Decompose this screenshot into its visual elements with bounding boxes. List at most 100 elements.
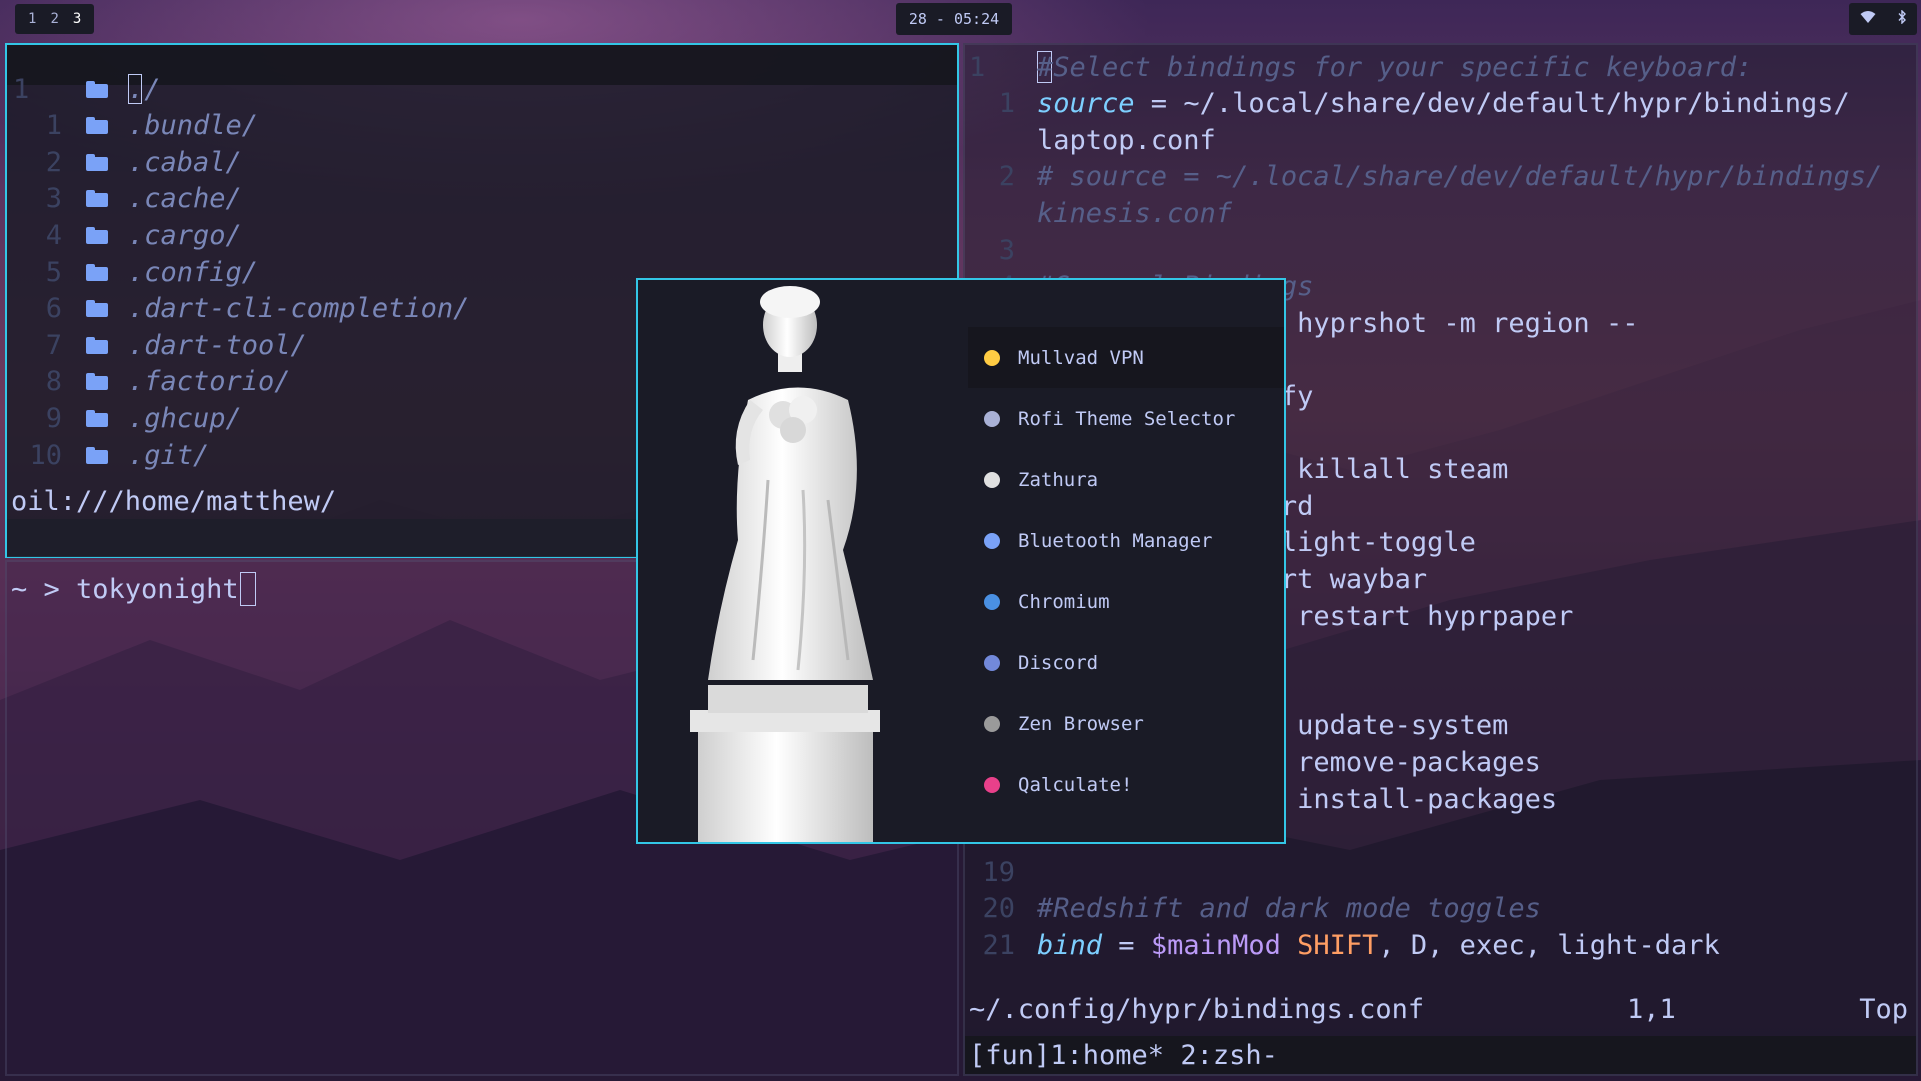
rofi-entry-label: Zen Browser <box>1018 712 1144 735</box>
code-line[interactable]: laptop.conf <box>965 122 1216 158</box>
oil-entry[interactable]: 7 .dart-tool/ <box>7 327 307 363</box>
wifi-icon[interactable] <box>1860 10 1876 28</box>
line-number: 20 <box>982 893 1015 925</box>
workspace-1[interactable]: 1 <box>21 11 43 27</box>
code-token: source <box>1037 88 1135 120</box>
rofi-entry-label: Rofi Theme Selector <box>1018 407 1236 430</box>
code-token: = <box>1102 929 1151 961</box>
rofi-entry-label: Discord <box>1018 651 1099 674</box>
code-token: , D, exec, light-dark <box>1378 929 1720 961</box>
rofi-entry[interactable]: Chromium <box>968 571 1284 632</box>
directory-name: .dart-cli-completion/ <box>128 293 470 325</box>
code-line[interactable]: 20 #Redshift and dark mode toggles <box>965 891 1541 927</box>
line-number: 21 <box>982 929 1015 961</box>
oil-entry[interactable]: 4 .cargo/ <box>7 217 242 253</box>
folder-icon <box>86 300 108 318</box>
rofi-entry-label: Mullvad VPN <box>1018 346 1144 369</box>
rofi-entry[interactable]: Qalculate! <box>968 754 1284 815</box>
directory-name: .config/ <box>128 256 259 288</box>
shell-prompt[interactable]: ~ > tokyonight <box>11 572 256 606</box>
code-line[interactable]: 1 source = ~/.local/share/dev/default/hyp… <box>965 86 1850 122</box>
system-tray <box>1849 3 1917 35</box>
line-number: 10 <box>29 439 62 471</box>
rofi-entry[interactable]: Rofi Theme Selector <box>968 388 1284 449</box>
workspace-3[interactable]: 3 <box>66 11 88 27</box>
folder-icon <box>86 117 108 135</box>
directory-name: ./ <box>128 73 161 105</box>
rofi-entry[interactable]: Zen Browser <box>968 693 1284 754</box>
statue-image <box>638 280 968 842</box>
bluetooth-icon <box>984 532 1000 549</box>
oil-entry[interactable]: 1 .bundle/ <box>7 108 258 144</box>
line-number: 3 <box>998 234 1015 266</box>
clock[interactable]: 28 - 05:24 <box>896 3 1012 35</box>
directory-name: .ghcup/ <box>128 402 242 434</box>
oil-entry[interactable]: 2 .cabal/ <box>7 144 242 180</box>
line-number: 9 <box>45 402 62 434</box>
line-number: 1 <box>969 51 986 83</box>
folder-icon <box>86 373 108 391</box>
folder-icon <box>86 226 108 244</box>
editor-statusline: ~/.config/hypr/bindings.conf 1,1 Top <box>965 991 1916 1027</box>
discord-icon <box>984 654 1000 671</box>
code-line[interactable]: 3 <box>965 232 1037 268</box>
status-scroll-position: Top <box>1859 993 1908 1025</box>
rofi-entry[interactable]: Zathura <box>968 449 1284 510</box>
zathura-icon <box>984 471 1000 488</box>
directory-name: .cache/ <box>128 183 242 215</box>
directory-name: .git/ <box>128 439 210 471</box>
rofi-entry-label: Chromium <box>1018 590 1110 613</box>
folder-icon <box>86 80 108 98</box>
code-line[interactable]: kinesis.conf <box>965 195 1232 231</box>
rofi-launcher[interactable]: Mullvad VPN Rofi Theme Selector Zathura Blu… <box>636 278 1286 844</box>
rofi-entry[interactable]: Discord <box>968 632 1284 693</box>
rofi-entry-label: Bluetooth Manager <box>1018 529 1213 552</box>
line-number: 2 <box>45 146 62 178</box>
rofi-entry[interactable]: Mullvad VPN <box>968 327 1284 388</box>
status-file-path: ~/.config/hypr/bindings.conf <box>969 993 1425 1025</box>
code-token: kinesis.conf <box>1037 197 1233 229</box>
oil-entry[interactable]: 8 .factorio/ <box>7 364 291 400</box>
oil-entry[interactable]: 3 .cache/ <box>7 181 242 217</box>
folder-icon <box>86 190 108 208</box>
prompt-input[interactable]: tokyonight <box>76 574 239 605</box>
prompt-symbol: ~ > <box>11 573 77 605</box>
line-number: 3 <box>45 183 62 215</box>
code-token: $mainMod <box>1150 929 1281 961</box>
code-token: = ~/.local/share/dev/default/hypr/bindin… <box>1134 88 1850 120</box>
code-token: # source = ~/.local/share/dev/default/hy… <box>1037 161 1883 193</box>
rofi-entry-label: Qalculate! <box>1018 773 1133 796</box>
code-line[interactable]: 21 bind = $mainMod SHIFT, D, exec, light-… <box>965 927 1720 963</box>
line-number: 4 <box>45 219 62 251</box>
mullvad-icon <box>984 349 1000 366</box>
oil-entry[interactable]: 5 .config/ <box>7 254 258 290</box>
oil-entry[interactable]: 10 .git/ <box>7 437 209 473</box>
folder-icon <box>86 446 108 464</box>
code-line[interactable]: 2 # source = ~/.local/share/dev/default/h… <box>965 159 1883 195</box>
oil-entry[interactable]: 9 .ghcup/ <box>7 400 242 436</box>
oil-entry[interactable]: 1 ./ <box>7 71 161 107</box>
folder-icon <box>86 409 108 427</box>
line-number: 1 <box>998 88 1015 120</box>
workspace-switcher: 1 2 3 <box>15 4 95 34</box>
line-number: 7 <box>45 329 62 361</box>
folder-icon <box>86 263 108 281</box>
status-cursor-position: 1,1 <box>1627 993 1676 1025</box>
bluetooth-icon[interactable] <box>1897 9 1907 28</box>
rofi-entry[interactable]: Bluetooth Manager <box>968 510 1284 571</box>
directory-name: .cargo/ <box>128 219 242 251</box>
qalculate-icon <box>984 776 1000 793</box>
line-number: 6 <box>45 293 62 325</box>
tmux-statusbar[interactable]: [fun]1:home* 2:zsh- <box>965 1036 1916 1074</box>
folder-icon <box>86 153 108 171</box>
folder-icon <box>86 336 108 354</box>
code-line[interactable]: 19 <box>965 854 1037 890</box>
oil-entry[interactable]: 6 .dart-cli-completion/ <box>7 291 470 327</box>
workspace-2[interactable]: 2 <box>43 11 65 27</box>
top-bar: 1 2 3 28 - 05:24 <box>0 0 1921 38</box>
code-token: #Redshift and dark mode toggles <box>1037 893 1541 925</box>
code-line[interactable]: 1 #Select bindings for your specific keyb… <box>965 49 1752 85</box>
line-number: 5 <box>45 256 62 288</box>
code-token: laptop.conf <box>1037 124 1216 156</box>
